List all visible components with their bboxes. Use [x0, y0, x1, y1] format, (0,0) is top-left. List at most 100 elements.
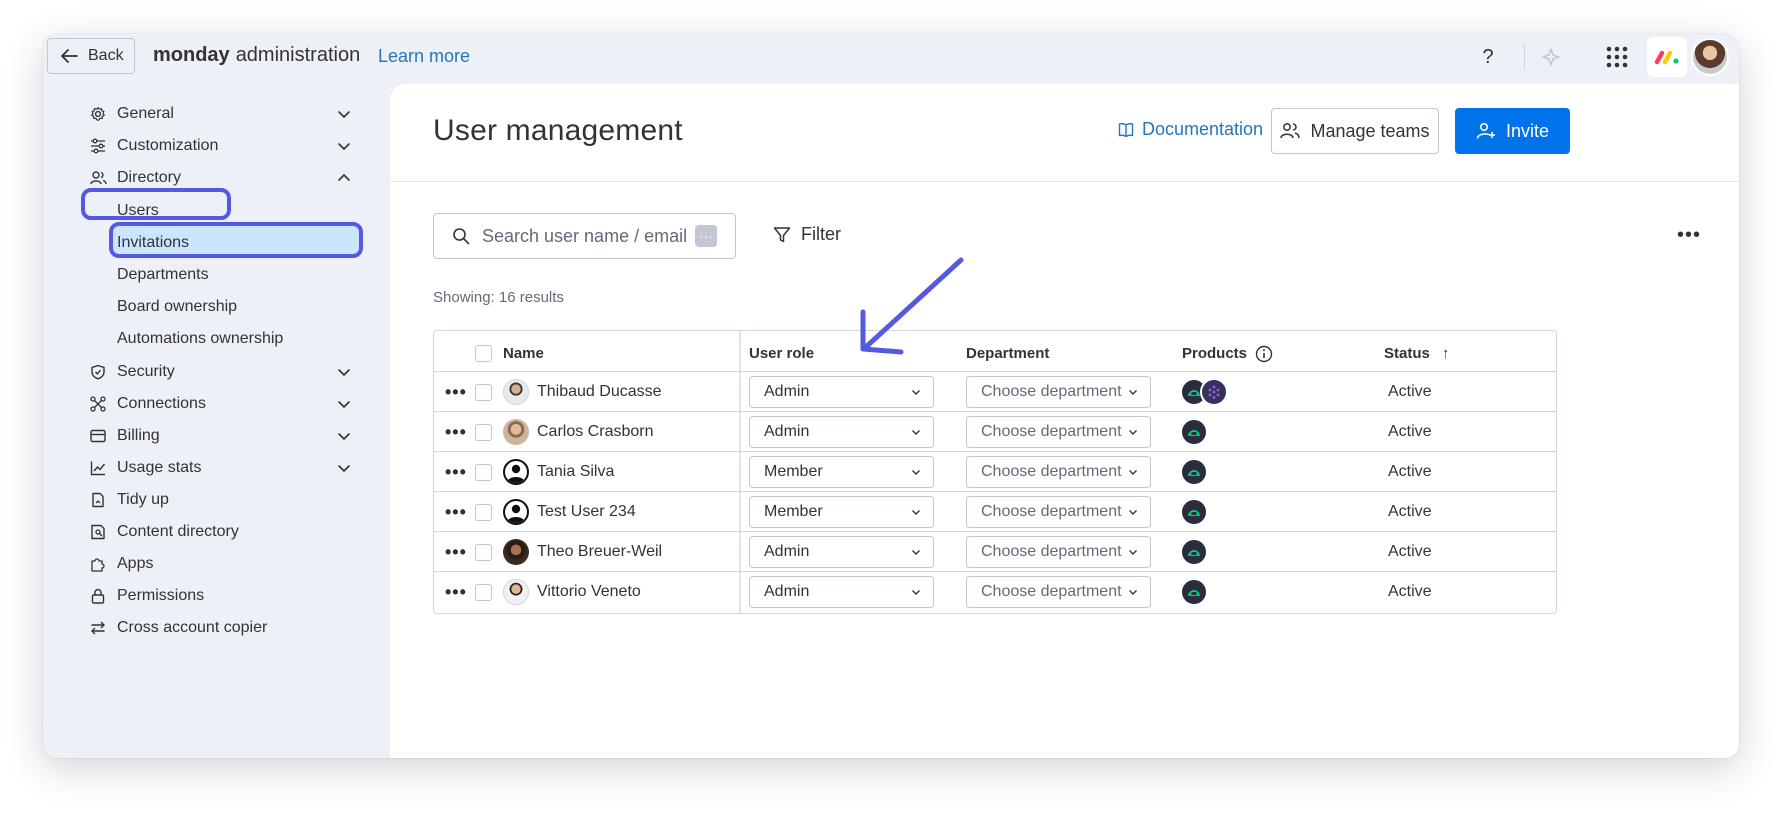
user-cell: Carlos Crasborn	[503, 412, 653, 452]
products-cell	[1180, 492, 1208, 532]
column-header-status[interactable]: Status ↑	[1384, 331, 1449, 376]
column-header-role[interactable]: User role	[749, 331, 814, 376]
avatar	[503, 579, 529, 605]
department-dropdown[interactable]: Choose department	[966, 456, 1151, 488]
work-management-product-icon	[1180, 458, 1208, 486]
column-header-department[interactable]: Department	[966, 331, 1049, 376]
role-dropdown[interactable]: Admin	[749, 576, 934, 608]
filter-button[interactable]: Filter	[773, 224, 841, 245]
header-select-all[interactable]	[475, 331, 492, 376]
manage-teams-label: Manage teams	[1310, 120, 1430, 141]
chevron-down-icon	[338, 433, 350, 441]
sidebar-item-usage-stats[interactable]: Usage stats	[89, 455, 351, 481]
sidebar-item-billing[interactable]: Billing	[89, 423, 351, 449]
column-header-name[interactable]: Name	[503, 331, 544, 376]
user-name: Theo Breuer-Weil	[537, 543, 663, 560]
user-name: Thibaud Ducasse	[537, 383, 662, 400]
gear-icon	[89, 105, 107, 123]
card-icon	[89, 427, 107, 445]
role-value: Member	[764, 503, 823, 520]
sidebar-sub-automations-ownership[interactable]: Automations ownership	[117, 330, 283, 348]
sidebar-item-apps[interactable]: Apps	[89, 551, 153, 577]
row-more-icon[interactable]: •••	[445, 462, 467, 483]
back-button[interactable]: Back	[47, 38, 135, 74]
department-dropdown[interactable]: Choose department	[966, 536, 1151, 568]
divider	[1524, 44, 1525, 70]
department-dropdown[interactable]: Choose department	[966, 376, 1151, 408]
row-checkbox[interactable]	[475, 503, 492, 521]
sidebar-item-label: Security	[117, 363, 175, 380]
learn-more-link[interactable]: Learn more	[378, 46, 470, 67]
search-icon	[453, 228, 470, 245]
sidebar-item-directory[interactable]: Directory	[89, 165, 351, 191]
sidebar-item-content-directory[interactable]: Content directory	[89, 519, 239, 545]
documentation-link[interactable]: Documentation	[1118, 119, 1263, 140]
more-options-icon[interactable]: •••	[1677, 224, 1701, 247]
row-more-icon[interactable]: •••	[445, 382, 467, 403]
sidebar-item-cross-account-copier[interactable]: Cross account copier	[89, 615, 267, 641]
role-dropdown[interactable]: Admin	[749, 416, 934, 448]
column-header-products[interactable]: Products	[1182, 331, 1273, 376]
department-dropdown[interactable]: Choose department	[966, 416, 1151, 448]
role-dropdown[interactable]: Admin	[749, 536, 934, 568]
row-checkbox[interactable]	[475, 463, 492, 481]
sidebar-item-label: Apps	[117, 555, 154, 572]
back-label: Back	[88, 47, 124, 64]
chevron-down-icon	[338, 401, 350, 409]
sidebar-sub-invitations[interactable]: Invitations	[117, 234, 189, 252]
sidebar-item-connections[interactable]: Connections	[89, 391, 351, 417]
sidebar-sub-users[interactable]: Users	[117, 202, 159, 220]
sort-ascending-icon[interactable]: ↑	[1442, 345, 1450, 362]
user-avatar[interactable]	[1691, 38, 1729, 76]
role-dropdown[interactable]: Member	[749, 496, 934, 528]
dev-product-icon	[1200, 378, 1228, 406]
row-checkbox[interactable]	[475, 383, 492, 401]
avatar	[503, 379, 529, 405]
sidebar-item-permissions[interactable]: Permissions	[89, 583, 204, 609]
row-checkbox[interactable]	[475, 423, 492, 441]
annotation-arrow-icon	[860, 257, 964, 355]
table-row[interactable]: ••• Test User 234 Member Choose departme…	[434, 491, 1556, 532]
role-dropdown[interactable]: Admin	[749, 376, 934, 408]
table-row[interactable]: ••• Carlos Crasborn Admin Choose departm…	[434, 411, 1556, 452]
chevron-down-icon	[912, 550, 920, 555]
manage-teams-button[interactable]: Manage teams	[1271, 108, 1439, 154]
table-row[interactable]: ••• Thibaud Ducasse Admin Choose departm…	[434, 371, 1556, 412]
row-more-icon[interactable]: •••	[445, 582, 467, 603]
sparkle-icon[interactable]	[1531, 37, 1571, 77]
row-checkbox[interactable]	[475, 583, 492, 601]
table-row[interactable]: ••• Theo Breuer-Weil Admin Choose depart…	[434, 531, 1556, 572]
sidebar-item-security[interactable]: Security	[89, 359, 351, 385]
monday-logo-icon[interactable]	[1647, 37, 1687, 77]
role-dropdown[interactable]: Member	[749, 456, 934, 488]
lock-icon	[89, 587, 107, 605]
table-row[interactable]: ••• Vittorio Veneto Admin Choose departm…	[434, 571, 1556, 612]
row-more-icon[interactable]: •••	[445, 422, 467, 443]
department-dropdown[interactable]: Choose department	[966, 496, 1151, 528]
row-more-icon[interactable]: •••	[445, 502, 467, 523]
sidebar-sub-departments[interactable]: Departments	[117, 266, 209, 284]
apps-grid-icon[interactable]	[1597, 37, 1637, 77]
sidebar-item-customization[interactable]: Customization	[89, 133, 351, 159]
invite-button[interactable]: Invite	[1455, 108, 1570, 154]
search-input[interactable]: Search user name / email ···	[433, 213, 736, 259]
work-management-product-icon	[1180, 418, 1208, 446]
sidebar-item-tidy-up[interactable]: Tidy up	[89, 487, 169, 513]
sidebar-item-label: Directory	[117, 169, 182, 186]
row-more-icon[interactable]: •••	[445, 542, 467, 563]
select-all-checkbox[interactable]	[475, 345, 492, 362]
avatar	[503, 539, 529, 565]
row-checkbox[interactable]	[475, 543, 492, 561]
info-icon[interactable]	[1255, 345, 1273, 363]
sidebar-item-label: Usage stats	[117, 459, 202, 476]
table-row[interactable]: ••• Tania Silva Member Choose department	[434, 451, 1556, 492]
avatar	[503, 419, 529, 445]
status-value: Active	[1388, 583, 1432, 600]
status-value: Active	[1388, 383, 1432, 400]
help-icon[interactable]: ?	[1468, 37, 1508, 77]
chevron-down-icon	[338, 143, 350, 151]
products-cell	[1180, 412, 1208, 452]
department-dropdown[interactable]: Choose department	[966, 576, 1151, 608]
sidebar-item-general[interactable]: General	[89, 101, 351, 127]
sidebar-sub-board-ownership[interactable]: Board ownership	[117, 298, 237, 316]
